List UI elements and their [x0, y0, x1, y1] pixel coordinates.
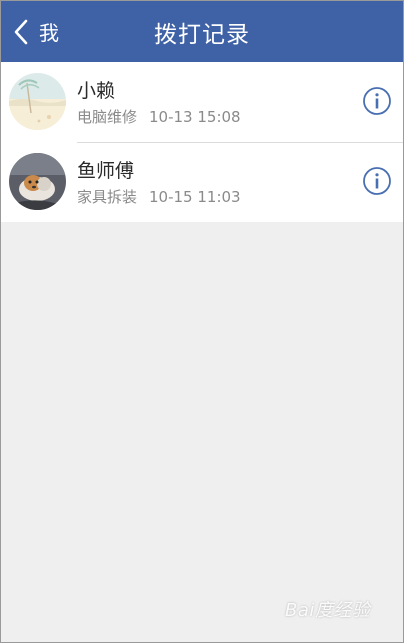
call-time: 10-15 11:03 — [149, 188, 241, 206]
call-log-item[interactable]: 鱼师傅 家具拆装 10-15 11:03 — [1, 142, 403, 222]
service-type: 电脑维修 — [77, 108, 138, 126]
service-type: 家具拆装 — [77, 188, 138, 206]
app-screen: 我 拨打记录 小赖 电脑维修 10-13 15:08 鱼师傅 家具拆装 10-1… — [0, 0, 404, 643]
chevron-left-icon — [14, 19, 28, 44]
call-details: 电脑维修 10-13 15:08 — [77, 106, 241, 127]
back-button[interactable]: 我 — [1, 1, 81, 62]
call-log-item[interactable]: 小赖 电脑维修 10-13 15:08 — [1, 62, 403, 142]
contact-name: 鱼师傅 — [77, 160, 135, 182]
call-details: 家具拆装 10-15 11:03 — [77, 186, 241, 207]
info-icon[interactable] — [362, 166, 392, 196]
watermark-logo: Bai度经验 — [285, 600, 371, 621]
avatar — [9, 73, 66, 130]
nav-bar: 我 拨打记录 — [1, 1, 403, 62]
info-icon[interactable] — [362, 86, 392, 116]
contact-name: 小赖 — [77, 80, 116, 102]
call-log-list: 小赖 电脑维修 10-13 15:08 鱼师傅 家具拆装 10-15 11:03 — [1, 62, 403, 222]
back-label: 我 — [39, 21, 59, 45]
beach-photo-image — [9, 73, 66, 130]
avatar — [9, 153, 66, 210]
call-time: 10-13 15:08 — [149, 108, 241, 126]
dog-photo-image — [9, 153, 66, 210]
